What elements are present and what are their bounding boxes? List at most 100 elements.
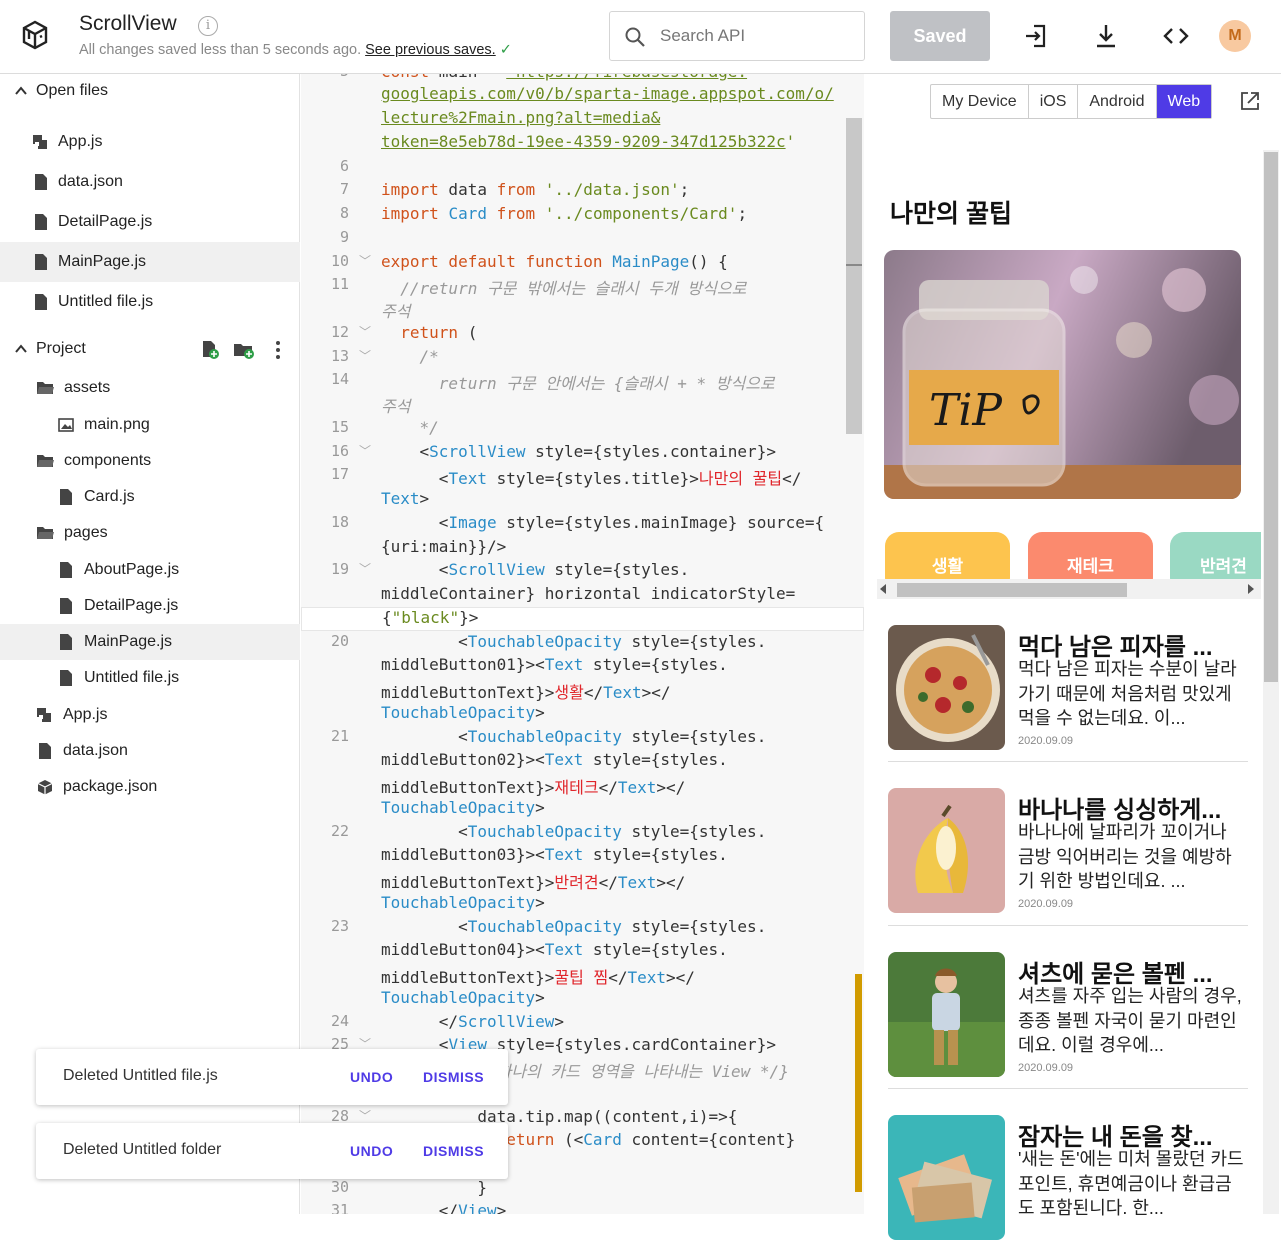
code-line: 6 [339,157,349,175]
card-thumbnail [888,788,1005,913]
file-icon [60,562,72,578]
tab-ios[interactable]: iOS [1029,85,1079,118]
code-line: middleButton02}><Text style={styles. [381,750,728,769]
tip-card[interactable]: 셔츠에 묻은 볼펜 ... 셔츠를 자주 입는 사람의 경우, 종종 볼펜 자국… [888,952,1248,1080]
code-editor[interactable]: 5const main = 'https://firebasestorage. … [301,74,864,1214]
undo-button[interactable]: UNDO [350,1143,393,1159]
search-icon [625,27,645,47]
tip-card[interactable]: 먹다 남은 피자를 ... 먹다 남은 피자는 수분이 날라가기 때문에 처음처… [888,625,1248,753]
open-files-header[interactable]: Open files [0,74,300,110]
code-line: 14 return 구문 안에서는 {슬래시 + * 방식으로 [330,370,775,393]
avatar[interactable]: M [1219,20,1251,52]
more-options-icon[interactable] [270,340,286,360]
download-icon[interactable] [1092,22,1120,50]
new-folder-icon[interactable] [233,340,255,360]
import-icon[interactable] [1022,22,1050,50]
code-line: TouchableOpacity> [381,703,545,722]
svg-text:TiP: TiP [929,385,1003,436]
tip-card[interactable]: 잠자는 내 돈을 찾... '새는 돈'에는 미처 몰랐던 카드 포인트, 휴면… [888,1115,1248,1243]
tab-web[interactable]: Web [1156,85,1212,118]
open-file-data-json[interactable]: data.json [0,164,300,200]
search-input[interactable] [660,22,850,50]
file-mainpage-js[interactable]: MainPage.js [0,624,300,660]
folder-open-icon [37,382,54,394]
file-icon [60,489,72,505]
code-line: middleButtonText}>반려견</Text></ [381,873,686,892]
open-file-untitled-js[interactable]: Untitled file.js [0,284,300,320]
folder-name: components [64,452,152,469]
horizontal-scrollbar[interactable] [877,579,1261,599]
file-name: main.png [84,416,150,433]
code-line: 18 <Image style={styles.mainImage} sourc… [330,513,825,532]
file-aboutpage-js[interactable]: AboutPage.js [0,552,300,588]
scrollbar-thumb[interactable] [1264,152,1278,682]
code-line: 7 import data from '../data.json'; [339,180,690,199]
package-icon [37,780,53,795]
file-name: Untitled file.js [58,293,154,310]
project-header[interactable]: Project [0,332,300,368]
file-package-json[interactable]: package.json [0,769,300,805]
card-divider [888,925,1248,926]
code-line: 20 <TouchableOpacity style={styles. [330,632,767,651]
code-line: TouchableOpacity> [381,988,545,1007]
new-file-icon[interactable] [200,340,220,360]
scrollbar-thumb[interactable] [897,583,1127,597]
code-line: Text> [381,489,430,508]
search-box[interactable] [609,11,865,61]
open-file-detailpage-js[interactable]: DetailPage.js [0,204,300,240]
code-line: middleButton01}><Text style={styles. [381,655,728,674]
file-name: data.json [58,173,123,190]
open-file-mainpage-js[interactable]: MainPage.js [0,242,300,282]
chevron-up-icon [15,86,27,95]
file-detailpage-js[interactable]: DetailPage.js [0,588,300,624]
folder-assets[interactable]: assets [0,370,300,406]
tab-android[interactable]: Android [1078,85,1157,118]
open-file-app-js[interactable]: App.js [0,124,300,160]
info-icon[interactable]: i [198,16,218,36]
file-name: package.json [63,778,158,795]
top-bar: ScrollView i All changes saved less than… [0,0,1281,74]
code-line: middleButtonText}>생활</Text></ [381,683,671,702]
dismiss-button[interactable]: DISMISS [423,1143,484,1159]
undo-button[interactable]: UNDO [350,1069,393,1085]
dismiss-button[interactable]: DISMISS [423,1069,484,1085]
code-line: 11 //return 구문 밖에서는 슬래시 두개 방식으로 [330,275,747,298]
card-divider [888,761,1248,762]
image-file-icon [58,418,74,432]
file-card-js[interactable]: Card.js [0,479,300,515]
folder-components[interactable]: components [0,443,300,479]
file-app-js[interactable]: App.js [0,697,300,733]
card-thumbnail [888,1115,1005,1240]
file-name: Card.js [84,488,135,505]
toast-notification: Deleted Untitled file.js UNDO DISMISS [36,1049,508,1105]
tab-my-device[interactable]: My Device [931,85,1029,118]
snack-logo-icon[interactable] [18,18,52,52]
file-icon [60,634,72,650]
code-line: 8 import Card from '../components/Card'; [339,204,748,223]
file-icon [35,254,47,270]
file-untitled-js[interactable]: Untitled file.js [0,660,300,696]
code-line: 주석 [381,302,411,321]
arrow-right-icon[interactable] [1247,584,1255,594]
arrow-left-icon[interactable] [879,584,887,594]
file-name: data.json [63,742,128,759]
code-line: googleapis.com/v0/b/sparta-image.appspot… [381,84,834,103]
tip-card[interactable]: 바나나를 싱싱하게... 바나나에 날파리가 꼬이거나 금방 익어버리는 것을 … [888,788,1248,916]
file-icon [35,294,47,310]
code-line: TouchableOpacity> [381,893,545,912]
code-line: 22 <TouchableOpacity style={styles. [330,822,767,841]
open-external-icon[interactable] [1239,90,1261,112]
file-icon [39,743,51,759]
preview-panel: My Device iOS Android Web 나만의 꿀팁 TiP 생활 [865,74,1281,1240]
saved-button[interactable]: Saved [890,11,990,61]
folder-pages[interactable]: pages [0,515,300,551]
file-data-json[interactable]: data.json [0,733,300,769]
project-title[interactable]: ScrollView [79,12,177,36]
preview-scrollbar[interactable] [1263,150,1279,1214]
previous-saves-link[interactable]: See previous saves. [365,42,496,58]
file-sidebar: Open files App.js data.json DetailPage.j… [0,74,300,1214]
file-main-png[interactable]: main.png [0,407,300,443]
project-label: Project [36,340,86,357]
embed-code-icon[interactable] [1162,22,1190,50]
editor-scrollbar[interactable] [846,118,862,434]
